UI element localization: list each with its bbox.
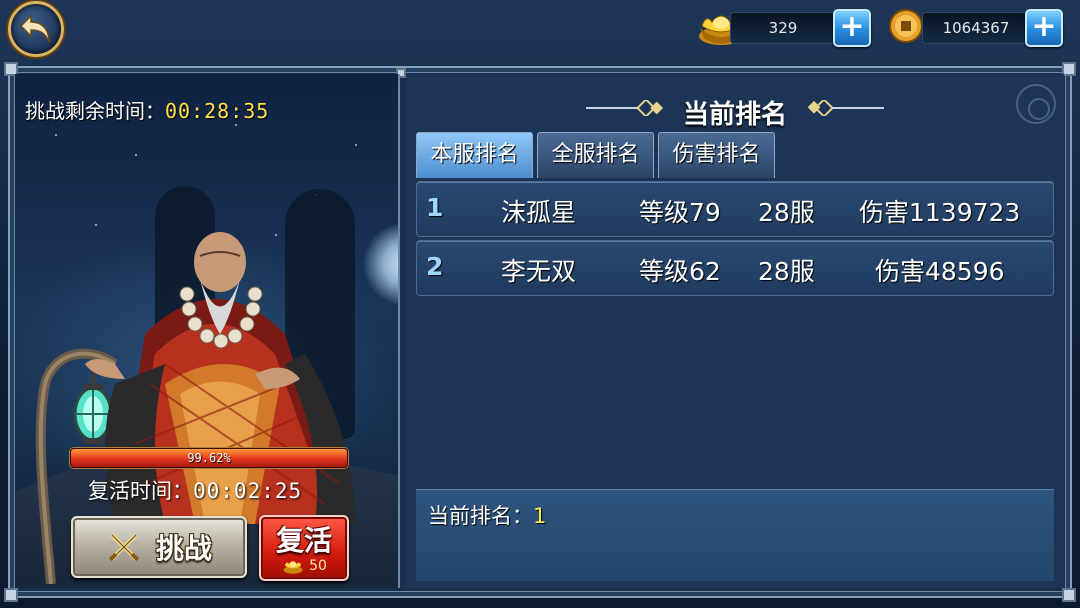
current-rank-box: 当前排名：1 — [416, 489, 1054, 581]
back-arrow-icon — [19, 14, 50, 43]
gold-ingot-icon — [283, 561, 303, 574]
hp-percent-text: 99.62% — [187, 451, 231, 465]
ranking-row[interactable]: 1 沫孤星 等级79 28服 伤害1139723 — [416, 181, 1054, 237]
player-damage: 伤害48596 — [875, 257, 1005, 286]
ranking-row[interactable]: 2 李无双 等级62 28服 伤害48596 — [416, 240, 1054, 296]
ranking-panel: 当前排名 本服排名 全服排名 伤害排名 1 沫孤星 等级79 28服 伤害113… — [406, 74, 1064, 588]
plus-icon: + — [839, 8, 865, 44]
time-left-label: 挑战剩余时间： — [25, 99, 165, 123]
panel-title: 当前排名 — [682, 100, 787, 130]
add-gold-button[interactable]: + — [833, 9, 871, 47]
player-server: 28服 — [758, 257, 815, 286]
crossed-swords-icon — [108, 533, 140, 562]
player-level: 等级62 — [639, 257, 721, 286]
boss-panel: 挑战剩余时间：00:28:35 99.62% 复活时间：00:02:25 挑战 … — [15, 74, 400, 588]
revive-time-label: 复活时间： — [88, 479, 193, 503]
frame-corner-ornament — [1062, 62, 1076, 76]
tab-server-rank-label: 本服排名 — [430, 142, 519, 167]
revive-time-value: 00:02:25 — [193, 479, 303, 503]
gold-value: 329 — [768, 19, 798, 37]
revive-button[interactable]: 复活 50 — [259, 515, 349, 581]
player-damage: 伤害1139723 — [859, 198, 1021, 227]
coin-counter: 1064367 — [922, 12, 1030, 44]
frame-corner-ornament — [1062, 588, 1076, 602]
time-left-value: 00:28:35 — [165, 99, 270, 123]
player-name: 沫孤星 — [501, 198, 577, 227]
tab-all-server-rank-label: 全服排名 — [551, 142, 640, 167]
current-rank-label: 当前排名： — [428, 504, 533, 528]
player-name: 李无双 — [501, 257, 577, 286]
boss-hp-bar: 99.62% — [70, 448, 348, 468]
back-button[interactable] — [8, 1, 64, 57]
revive-button-label: 复活 — [275, 524, 332, 557]
tab-server-rank[interactable]: 本服排名 — [416, 132, 533, 178]
current-rank: 当前排名：1 — [428, 500, 546, 530]
player-level: 等级79 — [639, 198, 721, 227]
gold-counter: 329 — [730, 12, 836, 44]
rank-number: 2 — [426, 252, 444, 281]
challenge-button[interactable]: 挑战 — [71, 516, 247, 578]
add-coin-button[interactable]: + — [1025, 9, 1063, 47]
coin-value: 1064367 — [942, 19, 1010, 37]
copper-coin-icon — [889, 9, 923, 43]
challenge-button-label: 挑战 — [155, 532, 212, 565]
plus-icon: + — [1031, 8, 1057, 44]
current-rank-value: 1 — [533, 504, 547, 528]
rank-number: 1 — [426, 193, 444, 222]
revive-timer: 复活时间：00:02:25 — [88, 475, 302, 505]
revive-cost-value: 50 — [309, 558, 327, 574]
revive-cost: 50 — [261, 557, 347, 575]
monk-boss-character — [85, 232, 355, 524]
title-ornament-right — [807, 100, 884, 116]
frame-corner-ornament — [4, 588, 18, 602]
tab-damage-rank-label: 伤害排名 — [672, 142, 761, 167]
tab-all-server-rank[interactable]: 全服排名 — [537, 132, 654, 178]
challenge-time-left: 挑战剩余时间：00:28:35 — [25, 95, 269, 124]
player-server: 28服 — [758, 198, 815, 227]
tab-damage-rank[interactable]: 伤害排名 — [658, 132, 775, 178]
